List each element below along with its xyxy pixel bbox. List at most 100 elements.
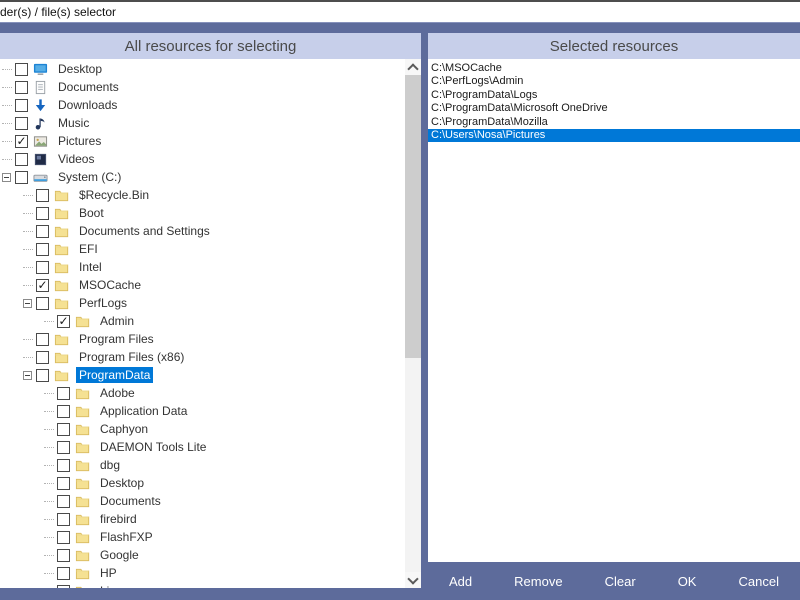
tree-item[interactable]: ProgramData <box>0 366 405 384</box>
tree-item[interactable]: Documents and Settings <box>0 222 405 240</box>
checkbox-unchecked[interactable] <box>57 422 70 436</box>
add-button[interactable]: Add <box>439 570 482 593</box>
tree-item[interactable]: dbg <box>0 456 405 474</box>
scroll-down-icon[interactable] <box>405 572 421 588</box>
checkbox-unchecked[interactable] <box>36 224 49 238</box>
folder-icon <box>75 548 91 563</box>
music-icon <box>33 116 49 131</box>
selected-resource-item[interactable]: C:\PerfLogs\Admin <box>428 75 800 89</box>
collapse-expander-icon[interactable] <box>23 366 36 384</box>
checkbox-unchecked[interactable] <box>36 260 49 274</box>
tree-item[interactable]: ✓ Admin <box>0 312 405 330</box>
selected-resource-item[interactable]: C:\Users\Nosa\Pictures <box>428 128 800 142</box>
tree-item[interactable]: ✓ Pictures <box>0 132 405 150</box>
checkbox-unchecked[interactable] <box>36 206 49 220</box>
tree-item[interactable]: Application Data <box>0 402 405 420</box>
pictures-icon <box>33 134 49 149</box>
checkbox-unchecked[interactable] <box>15 62 28 76</box>
all-resources-panel: All resources for selecting Desktop Docum… <box>0 33 421 600</box>
folder-icon <box>75 314 91 329</box>
tree-item[interactable]: Program Files <box>0 330 405 348</box>
collapse-expander-icon[interactable] <box>2 168 15 186</box>
scrollbar-thumb[interactable] <box>405 75 421 359</box>
tree-item-label: Downloads <box>58 98 118 112</box>
checkbox-unchecked[interactable] <box>15 98 28 112</box>
checkbox-unchecked[interactable] <box>57 512 70 526</box>
tree-item-label: System (C:) <box>58 170 122 184</box>
collapse-expander-icon[interactable] <box>23 294 36 312</box>
tree-item-label: Documents <box>58 80 119 94</box>
selected-resource-item[interactable]: C:\ProgramData\Logs <box>428 88 800 102</box>
cancel-button[interactable]: Cancel <box>729 570 789 593</box>
checkbox-unchecked[interactable] <box>57 566 70 580</box>
folder-icon <box>75 404 91 419</box>
tree-connector <box>23 186 36 204</box>
tree-connector <box>2 132 15 150</box>
tree-item[interactable]: ✓ MSOCache <box>0 276 405 294</box>
checkbox-unchecked[interactable] <box>36 296 49 310</box>
folder-icon <box>54 278 70 293</box>
tree-connector <box>44 384 57 402</box>
tree-item[interactable]: DAEMON Tools Lite <box>0 438 405 456</box>
checkbox-unchecked[interactable] <box>36 332 49 346</box>
tree-item[interactable]: EFI <box>0 240 405 258</box>
desktop-icon <box>33 62 49 77</box>
checkbox-unchecked[interactable] <box>57 440 70 454</box>
tree-item[interactable]: PerfLogs <box>0 294 405 312</box>
selected-resource-item[interactable]: C:\MSOCache <box>428 61 800 75</box>
tree-item[interactable]: $Recycle.Bin <box>0 186 405 204</box>
checkbox-unchecked[interactable] <box>57 404 70 418</box>
checkbox-checked[interactable]: ✓ <box>36 278 49 292</box>
checkbox-unchecked[interactable] <box>36 368 49 382</box>
folder-icon <box>54 368 70 383</box>
checkbox-unchecked[interactable] <box>57 386 70 400</box>
checkbox-unchecked[interactable] <box>15 80 28 94</box>
tree-item[interactable]: Documents <box>0 492 405 510</box>
selected-resource-item[interactable]: C:\ProgramData\Microsoft OneDrive <box>428 102 800 116</box>
ok-button[interactable]: OK <box>668 570 707 593</box>
tree-item[interactable]: Documents <box>0 78 405 96</box>
tree-item[interactable]: Caphyon <box>0 420 405 438</box>
tree-connector <box>44 474 57 492</box>
tree-item[interactable]: FlashFXP <box>0 528 405 546</box>
action-button-bar: Add Remove Clear OK Cancel <box>428 562 800 600</box>
checkbox-unchecked[interactable] <box>57 476 70 490</box>
tree-item[interactable]: Boot <box>0 204 405 222</box>
folder-icon <box>54 332 70 347</box>
tree-item[interactable]: Downloads <box>0 96 405 114</box>
selected-resources-list: C:\MSOCache C:\PerfLogs\Admin C:\ProgramDa… <box>428 59 800 562</box>
tree-item[interactable]: Intel <box>0 258 405 276</box>
scroll-up-icon[interactable] <box>405 59 421 75</box>
checkbox-unchecked[interactable] <box>57 494 70 508</box>
tree-item[interactable]: Google <box>0 546 405 564</box>
tree-connector <box>44 456 57 474</box>
checkbox-checked[interactable]: ✓ <box>15 134 28 148</box>
tree-scrollbar[interactable] <box>405 59 421 588</box>
checkbox-unchecked[interactable] <box>15 116 28 130</box>
tree-item[interactable]: Music <box>0 114 405 132</box>
checkbox-unchecked[interactable] <box>36 188 49 202</box>
checkbox-unchecked[interactable] <box>36 350 49 364</box>
checkbox-unchecked[interactable] <box>15 170 28 184</box>
clear-button[interactable]: Clear <box>595 570 646 593</box>
remove-button[interactable]: Remove <box>504 570 572 593</box>
tree-connector <box>44 312 57 330</box>
tree-item[interactable]: Videos <box>0 150 405 168</box>
folder-icon <box>75 422 91 437</box>
checkbox-unchecked[interactable] <box>15 152 28 166</box>
checkbox-checked[interactable]: ✓ <box>57 314 70 328</box>
tree-item[interactable]: firebird <box>0 510 405 528</box>
checkbox-unchecked[interactable] <box>57 458 70 472</box>
checkbox-unchecked[interactable] <box>57 530 70 544</box>
checkbox-unchecked[interactable] <box>36 242 49 256</box>
tree-item-label: MSOCache <box>79 278 142 292</box>
checkbox-unchecked[interactable] <box>57 548 70 562</box>
tree-item[interactable]: Program Files (x86) <box>0 348 405 366</box>
tree-item[interactable]: HP <box>0 564 405 582</box>
tree-item[interactable]: Desktop <box>0 474 405 492</box>
scrollbar-track[interactable] <box>405 75 421 572</box>
tree-item[interactable]: Desktop <box>0 60 405 78</box>
selected-resource-item[interactable]: C:\ProgramData\Mozilla <box>428 115 800 129</box>
tree-item[interactable]: System (C:) <box>0 168 405 186</box>
tree-item[interactable]: Adobe <box>0 384 405 402</box>
